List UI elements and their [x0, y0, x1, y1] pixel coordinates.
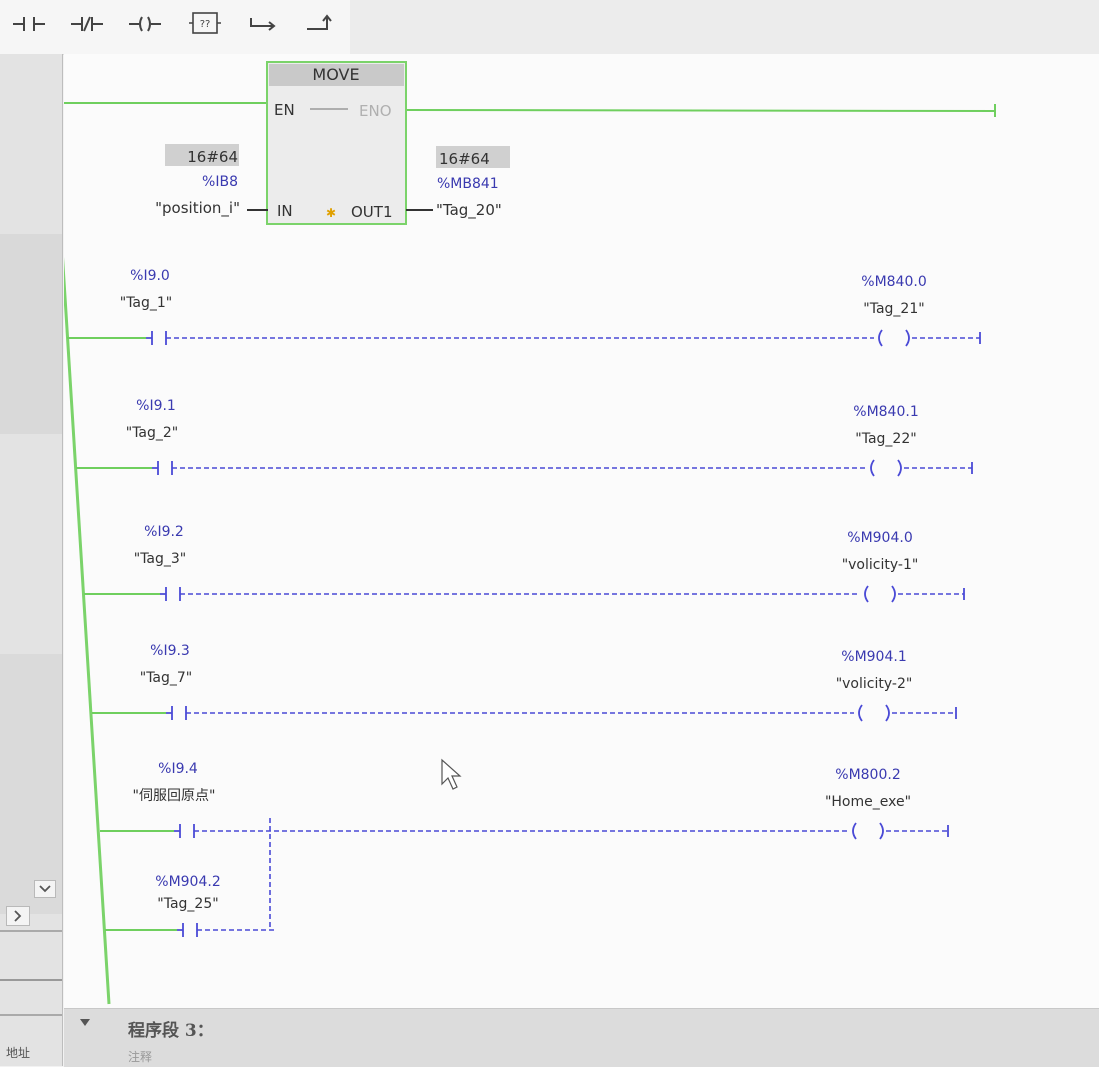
collapse-network-icon[interactable] — [80, 1019, 90, 1026]
power-rail — [64, 256, 111, 1005]
scroll-down-button[interactable] — [34, 880, 56, 898]
rungs: %I9.0 "Tag_1" %M840.0 "Tag_21" %I9.1 "Tag_2"%… — [67, 268, 981, 840]
network-footer — [64, 1008, 1099, 1067]
contact-tag[interactable]: "Tag_7" — [140, 670, 193, 686]
rung: %I9.4 "伺服回原点" %M800.2 "Home_exe" — [100, 761, 949, 840]
contact-tag[interactable]: "Tag_1" — [120, 295, 173, 311]
coil-tag[interactable]: "volicity-2" — [836, 676, 913, 692]
rung: %I9.0 "Tag_1" %M840.0 "Tag_21" — [67, 268, 981, 347]
move-block-title: MOVE — [312, 65, 359, 84]
in-pin-label: IN — [277, 202, 293, 220]
network-title[interactable]: 程序段 3： — [128, 1016, 214, 1041]
in-tag[interactable]: "position_i" — [155, 199, 240, 218]
out-value: 16#64 — [439, 150, 490, 168]
move-block[interactable]: MOVE EN ENO IN ✱ OUT1 — [266, 61, 407, 225]
coil-address: %M800.2 — [835, 767, 900, 783]
side-panel-section — [0, 234, 62, 434]
branch-rung: %M904.2 "Tag_25" — [105, 818, 274, 937]
coil-button[interactable] — [120, 4, 170, 44]
coil-address: %M840.0 — [861, 274, 926, 290]
contact-address: %I9.3 — [150, 643, 190, 659]
out-address: %MB841 — [437, 176, 499, 192]
coil[interactable] — [858, 704, 890, 722]
rung-wire — [405, 109, 997, 112]
coil-tag[interactable]: "volicity-1" — [842, 557, 919, 573]
branch-contact-tag[interactable]: "Tag_25" — [157, 896, 218, 912]
divider — [0, 979, 62, 981]
out-pin-label: OUT1 — [351, 203, 393, 221]
eno-pin-label: ENO — [359, 102, 392, 120]
divider — [0, 930, 62, 932]
ladder-editor: MOVE EN ENO IN ✱ OUT1 16#64 %IB8 "positi… — [64, 54, 1099, 1008]
chevron-down-icon — [39, 885, 51, 893]
coil[interactable] — [870, 459, 902, 477]
contact-tag[interactable]: "伺服回原点" — [133, 788, 216, 804]
coil-tag[interactable]: "Tag_22" — [855, 431, 916, 447]
rung: %I9.3 "Tag_7" %M904.1 "volicity-2" — [92, 643, 957, 722]
chevron-right-icon — [14, 910, 22, 922]
contact-address: %I9.2 — [144, 524, 184, 540]
en-pin-label: EN — [274, 101, 295, 119]
contact-tag[interactable]: "Tag_2" — [126, 425, 179, 441]
coil[interactable] — [852, 822, 884, 840]
coil[interactable] — [864, 585, 896, 603]
out-assign-icon: ✱ — [326, 206, 336, 220]
no-contact-button[interactable] — [4, 4, 54, 44]
coil-tag[interactable]: "Tag_21" — [863, 301, 924, 317]
coil-address: %M840.1 — [853, 404, 918, 420]
side-panel-section — [0, 654, 62, 914]
close-branch-icon — [307, 14, 332, 30]
nc-contact-button[interactable] — [62, 4, 112, 44]
close-branch-button[interactable] — [296, 4, 346, 44]
contact-tag[interactable]: "Tag_3" — [134, 551, 187, 567]
ladder-toolbar: ?? — [0, 0, 1099, 55]
network-comment[interactable]: 注释 — [128, 1048, 152, 1065]
open-branch-icon — [250, 18, 276, 31]
branch-contact[interactable] — [177, 923, 274, 937]
address-label: 地址 — [6, 1046, 31, 1060]
empty-box-label: ?? — [200, 19, 211, 30]
contact-address: %I9.0 — [130, 268, 170, 284]
contact[interactable] — [160, 587, 181, 601]
empty-box-icon: ?? — [189, 12, 221, 34]
in-value: 16#64 — [187, 148, 238, 166]
coil-address: %M904.0 — [847, 530, 912, 546]
branch-contact-address: %M904.2 — [155, 874, 220, 890]
in-address: %IB8 — [202, 174, 238, 190]
nc-contact-icon — [71, 16, 103, 32]
coil[interactable] — [878, 329, 910, 347]
coil-address: %M904.1 — [841, 649, 906, 665]
expand-panel-button[interactable] — [6, 906, 30, 926]
empty-box-button[interactable]: ?? — [180, 4, 230, 44]
contact[interactable] — [146, 331, 167, 345]
open-branch-button[interactable] — [238, 4, 288, 44]
coil-tag[interactable]: "Home_exe" — [825, 794, 911, 810]
mouse-cursor-icon — [441, 758, 462, 790]
out-tag[interactable]: "Tag_20" — [436, 201, 502, 220]
contact[interactable] — [152, 461, 173, 475]
coil-icon — [129, 16, 161, 32]
contact[interactable] — [174, 824, 195, 838]
contact-address: %I9.4 — [158, 761, 198, 777]
rung: %I9.2 "Tag_3" %M904.0 "volicity-1" — [84, 524, 965, 603]
rung: %I9.1 "Tag_2" %M840.1 "Tag_22" — [76, 398, 973, 477]
contact-address: %I9.1 — [136, 398, 176, 414]
no-contact-icon — [13, 17, 45, 31]
contact[interactable] — [166, 706, 187, 720]
divider — [0, 1014, 62, 1016]
